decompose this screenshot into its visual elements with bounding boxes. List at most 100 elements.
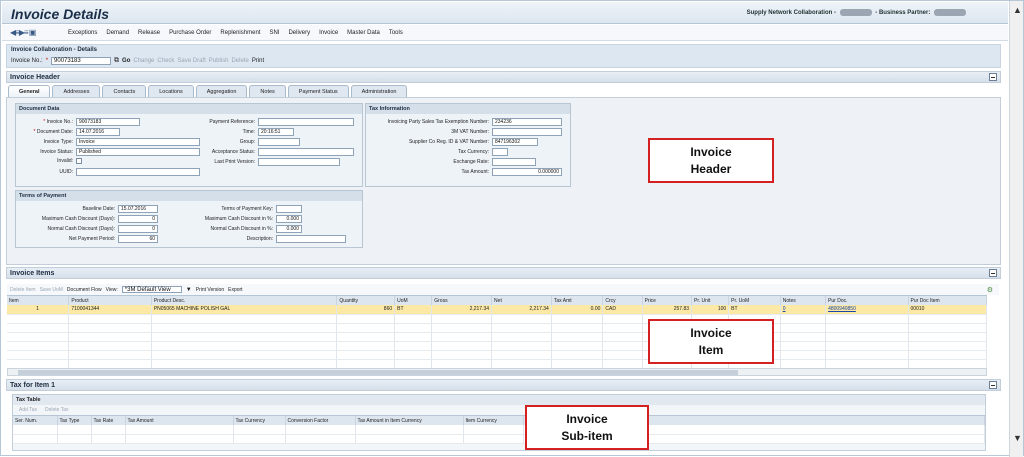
supplier-reg-value[interactable]: 847196302 — [492, 138, 538, 146]
items-horizontal-scrollbar[interactable] — [7, 368, 987, 376]
app-window: Invoice Details Supply Network Collabora… — [0, 0, 1024, 457]
uuid-value[interactable] — [76, 168, 200, 176]
col-pur-doc-item[interactable]: Pur Doc Item — [908, 296, 988, 305]
tab-general[interactable]: General — [8, 85, 51, 97]
menu-demand[interactable]: Demand — [106, 30, 129, 36]
menu-invoice[interactable]: Invoice — [319, 30, 338, 36]
col-tax-rate[interactable]: Tax Rate — [91, 416, 126, 425]
document-flow-button[interactable]: Document Flow — [67, 287, 102, 293]
change-button[interactable]: Change — [133, 58, 154, 64]
save-uom-button[interactable]: Save UoM — [40, 287, 63, 293]
baseline-value[interactable]: 15.07.2016 — [118, 205, 158, 213]
menu-master-data[interactable]: Master Data — [347, 30, 380, 36]
view-select[interactable]: *3M Default View — [121, 286, 182, 293]
go-button[interactable]: Go — [122, 58, 130, 64]
vat-value[interactable] — [492, 128, 562, 136]
history-icon[interactable]: ≡ — [24, 28, 29, 37]
settings-icon[interactable]: ⚙ — [987, 286, 993, 294]
menu-tools[interactable]: Tools — [389, 30, 403, 36]
delete-button[interactable]: Delete — [231, 58, 248, 64]
tab-payment-status[interactable]: Payment Status — [287, 85, 349, 97]
save-draft-button[interactable]: Save Draft — [177, 58, 205, 64]
col-product[interactable]: Product — [68, 296, 152, 305]
collapse-icon[interactable] — [989, 381, 997, 389]
normal-days-value[interactable]: 0 — [118, 225, 158, 233]
normal-pct-value[interactable]: 0.000 — [276, 225, 302, 233]
invoice-no-input[interactable]: 90073183 — [51, 57, 112, 65]
save-icon[interactable]: ▣ — [29, 28, 37, 37]
delete-item-button[interactable]: Delete Item — [10, 287, 36, 293]
invoice-type-value[interactable]: Invoice — [76, 138, 200, 146]
col-ser-num[interactable]: Ser. Num. — [13, 416, 58, 425]
menu-replenishment[interactable]: Replenishment — [220, 30, 260, 36]
key-value[interactable] — [276, 205, 302, 213]
last-print-value[interactable] — [258, 158, 340, 166]
col-quantity[interactable]: Quantity — [336, 296, 396, 305]
col-tax-amt[interactable]: Tax Amt — [551, 296, 604, 305]
export-button[interactable]: Export — [228, 287, 242, 293]
col-crcy[interactable]: Crcy — [602, 296, 643, 305]
notes-link[interactable]: 0 — [783, 306, 786, 312]
menu-purchase-order[interactable]: Purchase Order — [169, 30, 211, 36]
tab-addresses[interactable]: Addresses — [52, 85, 101, 97]
tab-aggregation[interactable]: Aggregation — [195, 85, 248, 97]
pur-doc-link[interactable]: 4800940850 — [828, 306, 856, 312]
menu-exceptions[interactable]: Exceptions — [68, 30, 97, 36]
description-value[interactable] — [276, 235, 346, 243]
tab-contacts[interactable]: Contacts — [102, 85, 147, 97]
scroll-down-icon[interactable]: ▼ — [1013, 433, 1022, 443]
invalid-checkbox[interactable] — [76, 158, 82, 164]
tab-administration[interactable]: Administration — [350, 85, 408, 97]
tab-notes[interactable]: Notes — [249, 85, 286, 97]
exemption-value[interactable]: 234236 — [492, 118, 562, 126]
col-tax-amount-item-currency[interactable]: Tax Amount in Item Currency — [355, 416, 464, 425]
col-pr-uom[interactable]: Pr. UoM — [728, 296, 781, 305]
scroll-thumb[interactable] — [18, 370, 738, 375]
publish-button[interactable]: Publish — [209, 58, 229, 64]
add-tax-button[interactable]: Add Tax — [19, 407, 37, 413]
collapse-icon[interactable] — [989, 269, 997, 277]
net-period-value[interactable]: 60 — [118, 235, 158, 243]
col-tax-type[interactable]: Tax Type — [57, 416, 92, 425]
table-row[interactable]: 1 7100041344 PN05065 MACHINE POLISH GAL … — [7, 305, 988, 315]
col-pur-doc[interactable]: Pur Doc. — [825, 296, 909, 305]
col-tax-amount[interactable]: Tax Amount — [125, 416, 234, 425]
max-pct-value[interactable]: 0.000 — [276, 215, 302, 223]
col-item[interactable]: Item — [7, 296, 70, 305]
check-button[interactable]: Check — [157, 58, 174, 64]
print-version-button[interactable]: Print Version — [196, 287, 224, 293]
group-value[interactable] — [258, 138, 300, 146]
delete-tax-button[interactable]: Delete Tax — [45, 407, 69, 413]
vertical-scrollbar[interactable]: ▲ ▼ — [1009, 1, 1023, 457]
col-product-desc[interactable]: Product Desc. — [151, 296, 338, 305]
col-tax-currency[interactable]: Tax Currency — [233, 416, 286, 425]
col-net[interactable]: Net — [491, 296, 552, 305]
time-value[interactable]: 20:16:51 — [258, 128, 294, 136]
max-days-value[interactable]: 0 — [118, 215, 158, 223]
menu-release[interactable]: Release — [138, 30, 160, 36]
menu-sni[interactable]: SNI — [269, 30, 279, 36]
invoice-no-value[interactable]: 90073183 — [76, 118, 140, 126]
col-price[interactable]: Price — [642, 296, 693, 305]
scroll-up-icon[interactable]: ▲ — [1013, 5, 1022, 15]
invoice-status-value[interactable]: Published — [76, 148, 200, 156]
tax-amount-value[interactable]: 0.000000 — [492, 168, 562, 176]
value-help-icon[interactable]: ⧉ — [114, 57, 119, 65]
acceptance-value[interactable] — [258, 148, 354, 156]
dropdown-icon[interactable]: ▼ — [186, 287, 192, 293]
doc-date-value[interactable]: 14.07.2016 — [76, 128, 120, 136]
col-conversion-factor[interactable]: Conversion Factor — [285, 416, 356, 425]
collapse-icon[interactable] — [989, 73, 997, 81]
cell-tax-amt: 0.00 — [551, 305, 604, 315]
tab-locations[interactable]: Locations — [148, 85, 194, 97]
col-gross[interactable]: Gross — [431, 296, 493, 305]
col-uom[interactable]: UoM — [394, 296, 433, 305]
col-notes[interactable]: Notes — [780, 296, 827, 305]
menu-delivery[interactable]: Delivery — [288, 30, 310, 36]
print-button[interactable]: Print — [252, 58, 264, 64]
col-item-currency[interactable]: Item Currency — [463, 416, 524, 425]
col-pr-unit[interactable]: Pr. Unit — [691, 296, 730, 305]
payment-ref-value[interactable] — [258, 118, 354, 126]
tax-currency-value[interactable] — [492, 148, 508, 156]
exchange-value[interactable] — [492, 158, 536, 166]
